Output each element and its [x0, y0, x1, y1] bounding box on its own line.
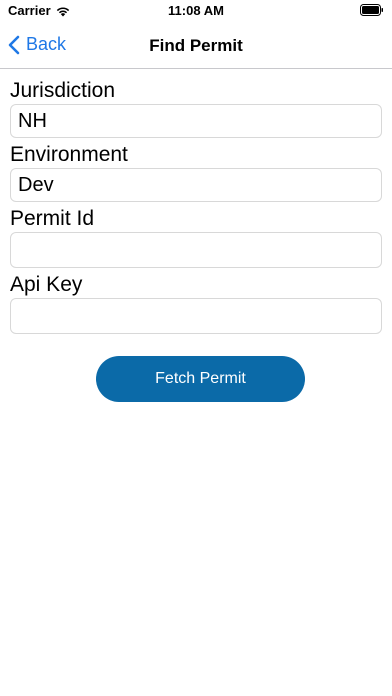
permit-id-field[interactable]: [10, 232, 382, 268]
environment-field[interactable]: Dev: [10, 168, 382, 202]
api-key-label: Api Key: [10, 273, 83, 296]
permit-id-label: Permit Id: [10, 207, 95, 230]
battery-icon: [360, 4, 383, 16]
jurisdiction-label: Jurisdiction: [10, 79, 116, 102]
environment-value: Dev: [18, 173, 54, 196]
status-time: 11:08 AM: [168, 3, 224, 18]
navigation-bar: Back Find Permit: [0, 24, 392, 69]
jurisdiction-value: NH: [18, 109, 47, 132]
permit-id-group: Permit Id: [10, 206, 382, 268]
status-bar: Carrier 11:08 AM: [0, 0, 392, 24]
fetch-permit-button[interactable]: Fetch Permit: [96, 356, 305, 402]
api-key-field[interactable]: [10, 298, 382, 334]
jurisdiction-group: Jurisdiction NH: [10, 78, 382, 138]
api-key-group: Api Key: [10, 272, 382, 334]
environment-group: Environment Dev: [10, 142, 382, 202]
jurisdiction-field[interactable]: NH: [10, 104, 382, 138]
environment-label: Environment: [10, 143, 128, 166]
page-title: Find Permit: [149, 36, 243, 55]
